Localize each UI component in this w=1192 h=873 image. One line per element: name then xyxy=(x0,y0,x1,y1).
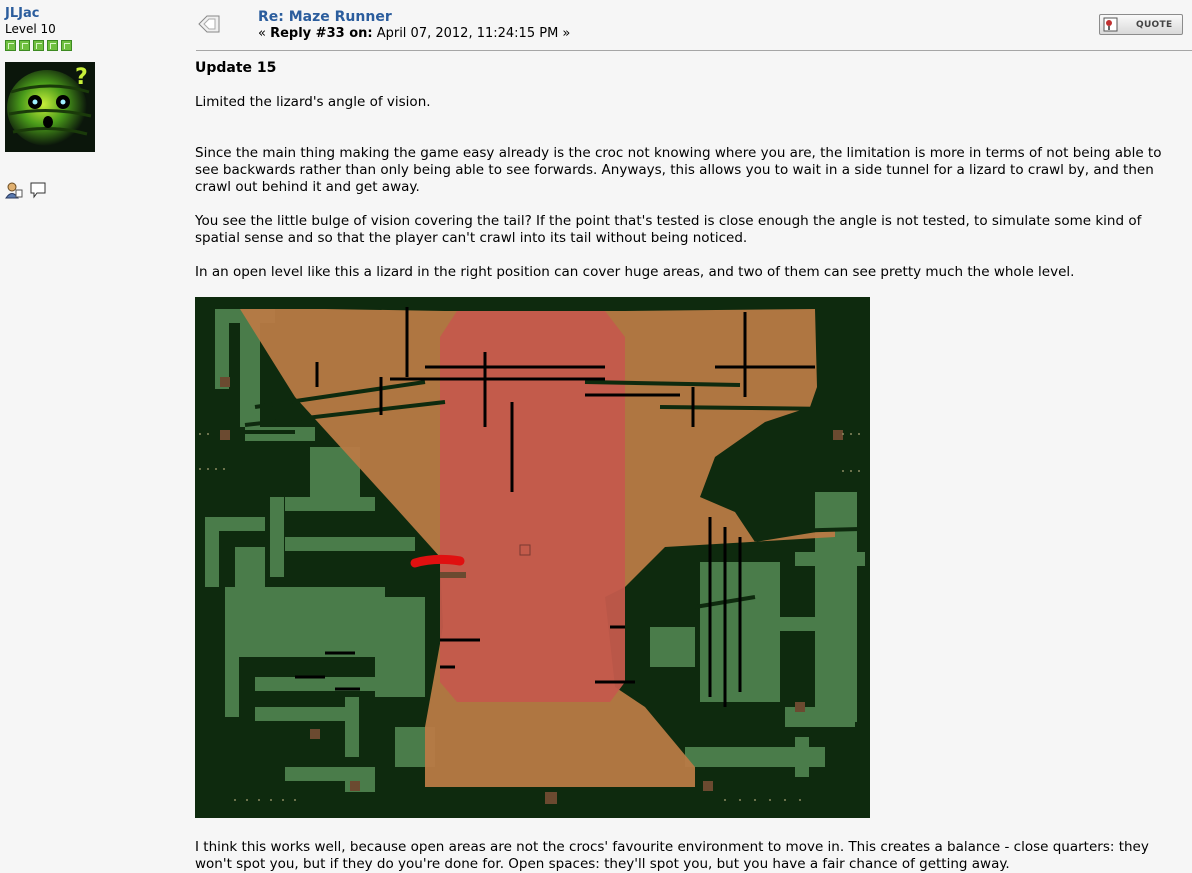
poster-name-link[interactable]: JLJac xyxy=(5,6,185,21)
reply-label: Reply #33 on: xyxy=(270,26,373,41)
avatar[interactable]: ? xyxy=(5,62,95,152)
post-paragraph: I think this works well, because open ar… xyxy=(195,839,1149,872)
rank-stars xyxy=(5,40,185,54)
rank-star-icon xyxy=(61,40,72,51)
rank-star-icon xyxy=(33,40,44,51)
post-body-continued: I think this works well, because open ar… xyxy=(195,839,1185,873)
post-divider xyxy=(196,50,1192,51)
reply-info: « Reply #33 on: April 07, 2012, 11:24:15… xyxy=(258,26,570,41)
poster-panel: JLJac Level 10 ? xyxy=(5,6,185,201)
reply-date: April 07, 2012, 11:24:15 PM » xyxy=(372,26,571,41)
post-body: Update 15 Limited the lizard's angle of … xyxy=(195,60,1185,281)
post-paragraph: Since the main thing making the game eas… xyxy=(195,145,1162,195)
post-title: Update 15 xyxy=(195,60,277,76)
poster-rank: Level 10 xyxy=(5,22,56,36)
post-subject-link[interactable]: Re: Maze Runner xyxy=(258,9,392,25)
post-paragraph: You see the little bulge of vision cover… xyxy=(195,213,1142,246)
profile-actions xyxy=(5,181,185,201)
svg-text:?: ? xyxy=(75,65,88,90)
game-screenshot xyxy=(195,297,870,818)
quote-label: QUOTE xyxy=(1136,20,1173,30)
reply-prefix: « xyxy=(258,26,271,41)
post-paragraph: Limited the lizard's angle of vision. xyxy=(195,94,431,110)
rank-star-icon xyxy=(19,40,30,51)
quote-icon xyxy=(1103,17,1118,32)
profile-icon[interactable] xyxy=(5,181,23,203)
post-icon xyxy=(198,15,220,33)
post-paragraph: In an open level like this a lizard in t… xyxy=(195,264,1075,280)
rank-star-icon xyxy=(47,40,58,51)
message-bubble-icon[interactable] xyxy=(29,181,47,203)
quote-button[interactable]: QUOTE xyxy=(1099,14,1183,35)
rank-star-icon xyxy=(5,40,16,51)
